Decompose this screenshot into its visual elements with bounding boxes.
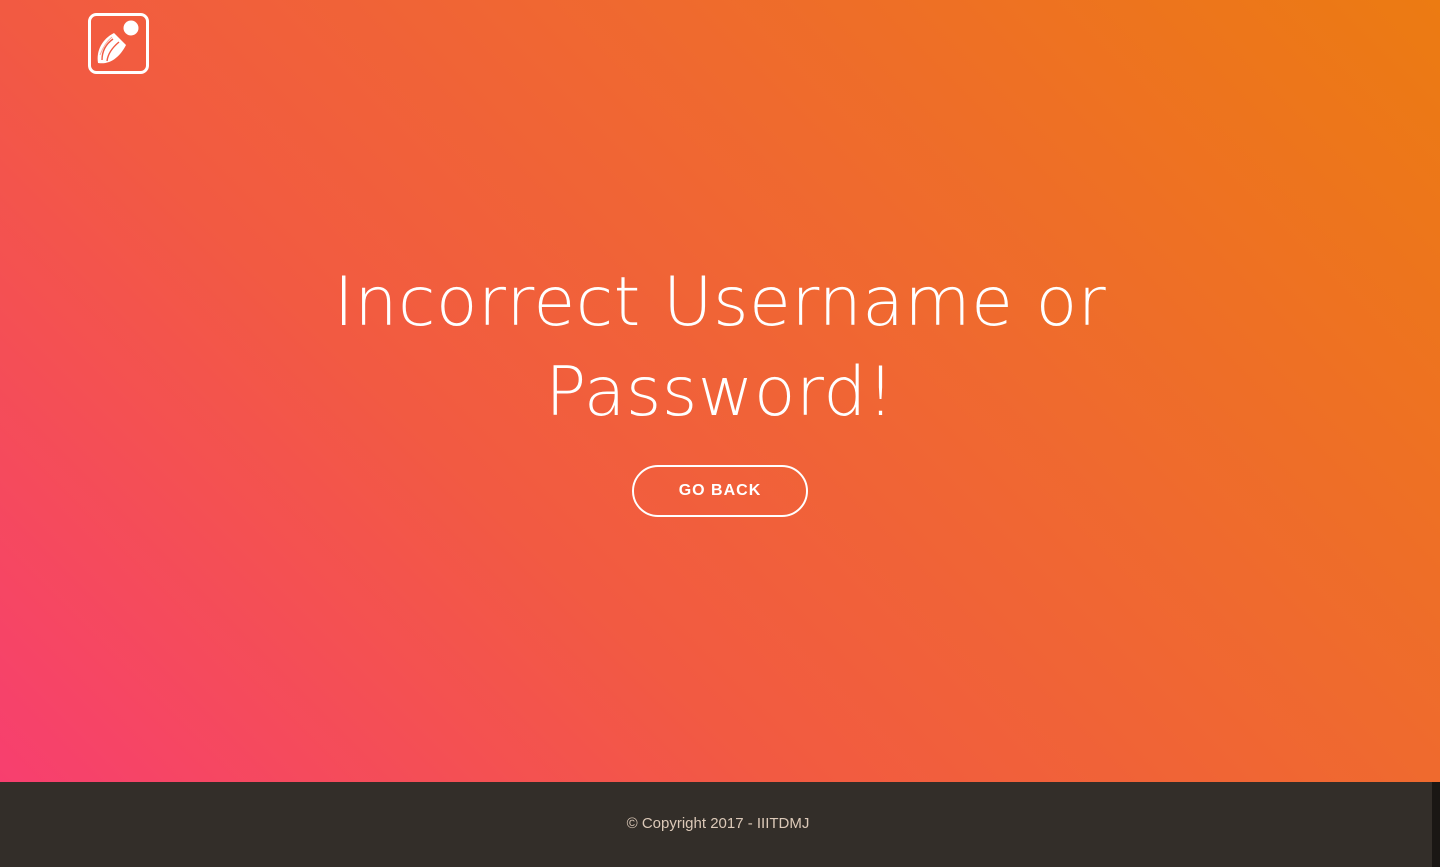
error-message-line-1: Incorrect Username or <box>333 263 1107 342</box>
error-page: Incorrect Username or Password! GO BACK … <box>0 0 1440 867</box>
copyright-text: © Copyright 2017 - IIITDMJ <box>626 815 810 832</box>
error-message-line-2: Password! <box>545 353 895 432</box>
shuttlecock-icon[interactable] <box>88 13 149 74</box>
hero-section: Incorrect Username or Password! GO BACK <box>0 0 1440 782</box>
go-back-button[interactable]: GO BACK <box>632 465 808 517</box>
scrollbar-track[interactable] <box>1432 782 1440 867</box>
error-message: Incorrect Username or Password! <box>0 258 1440 438</box>
